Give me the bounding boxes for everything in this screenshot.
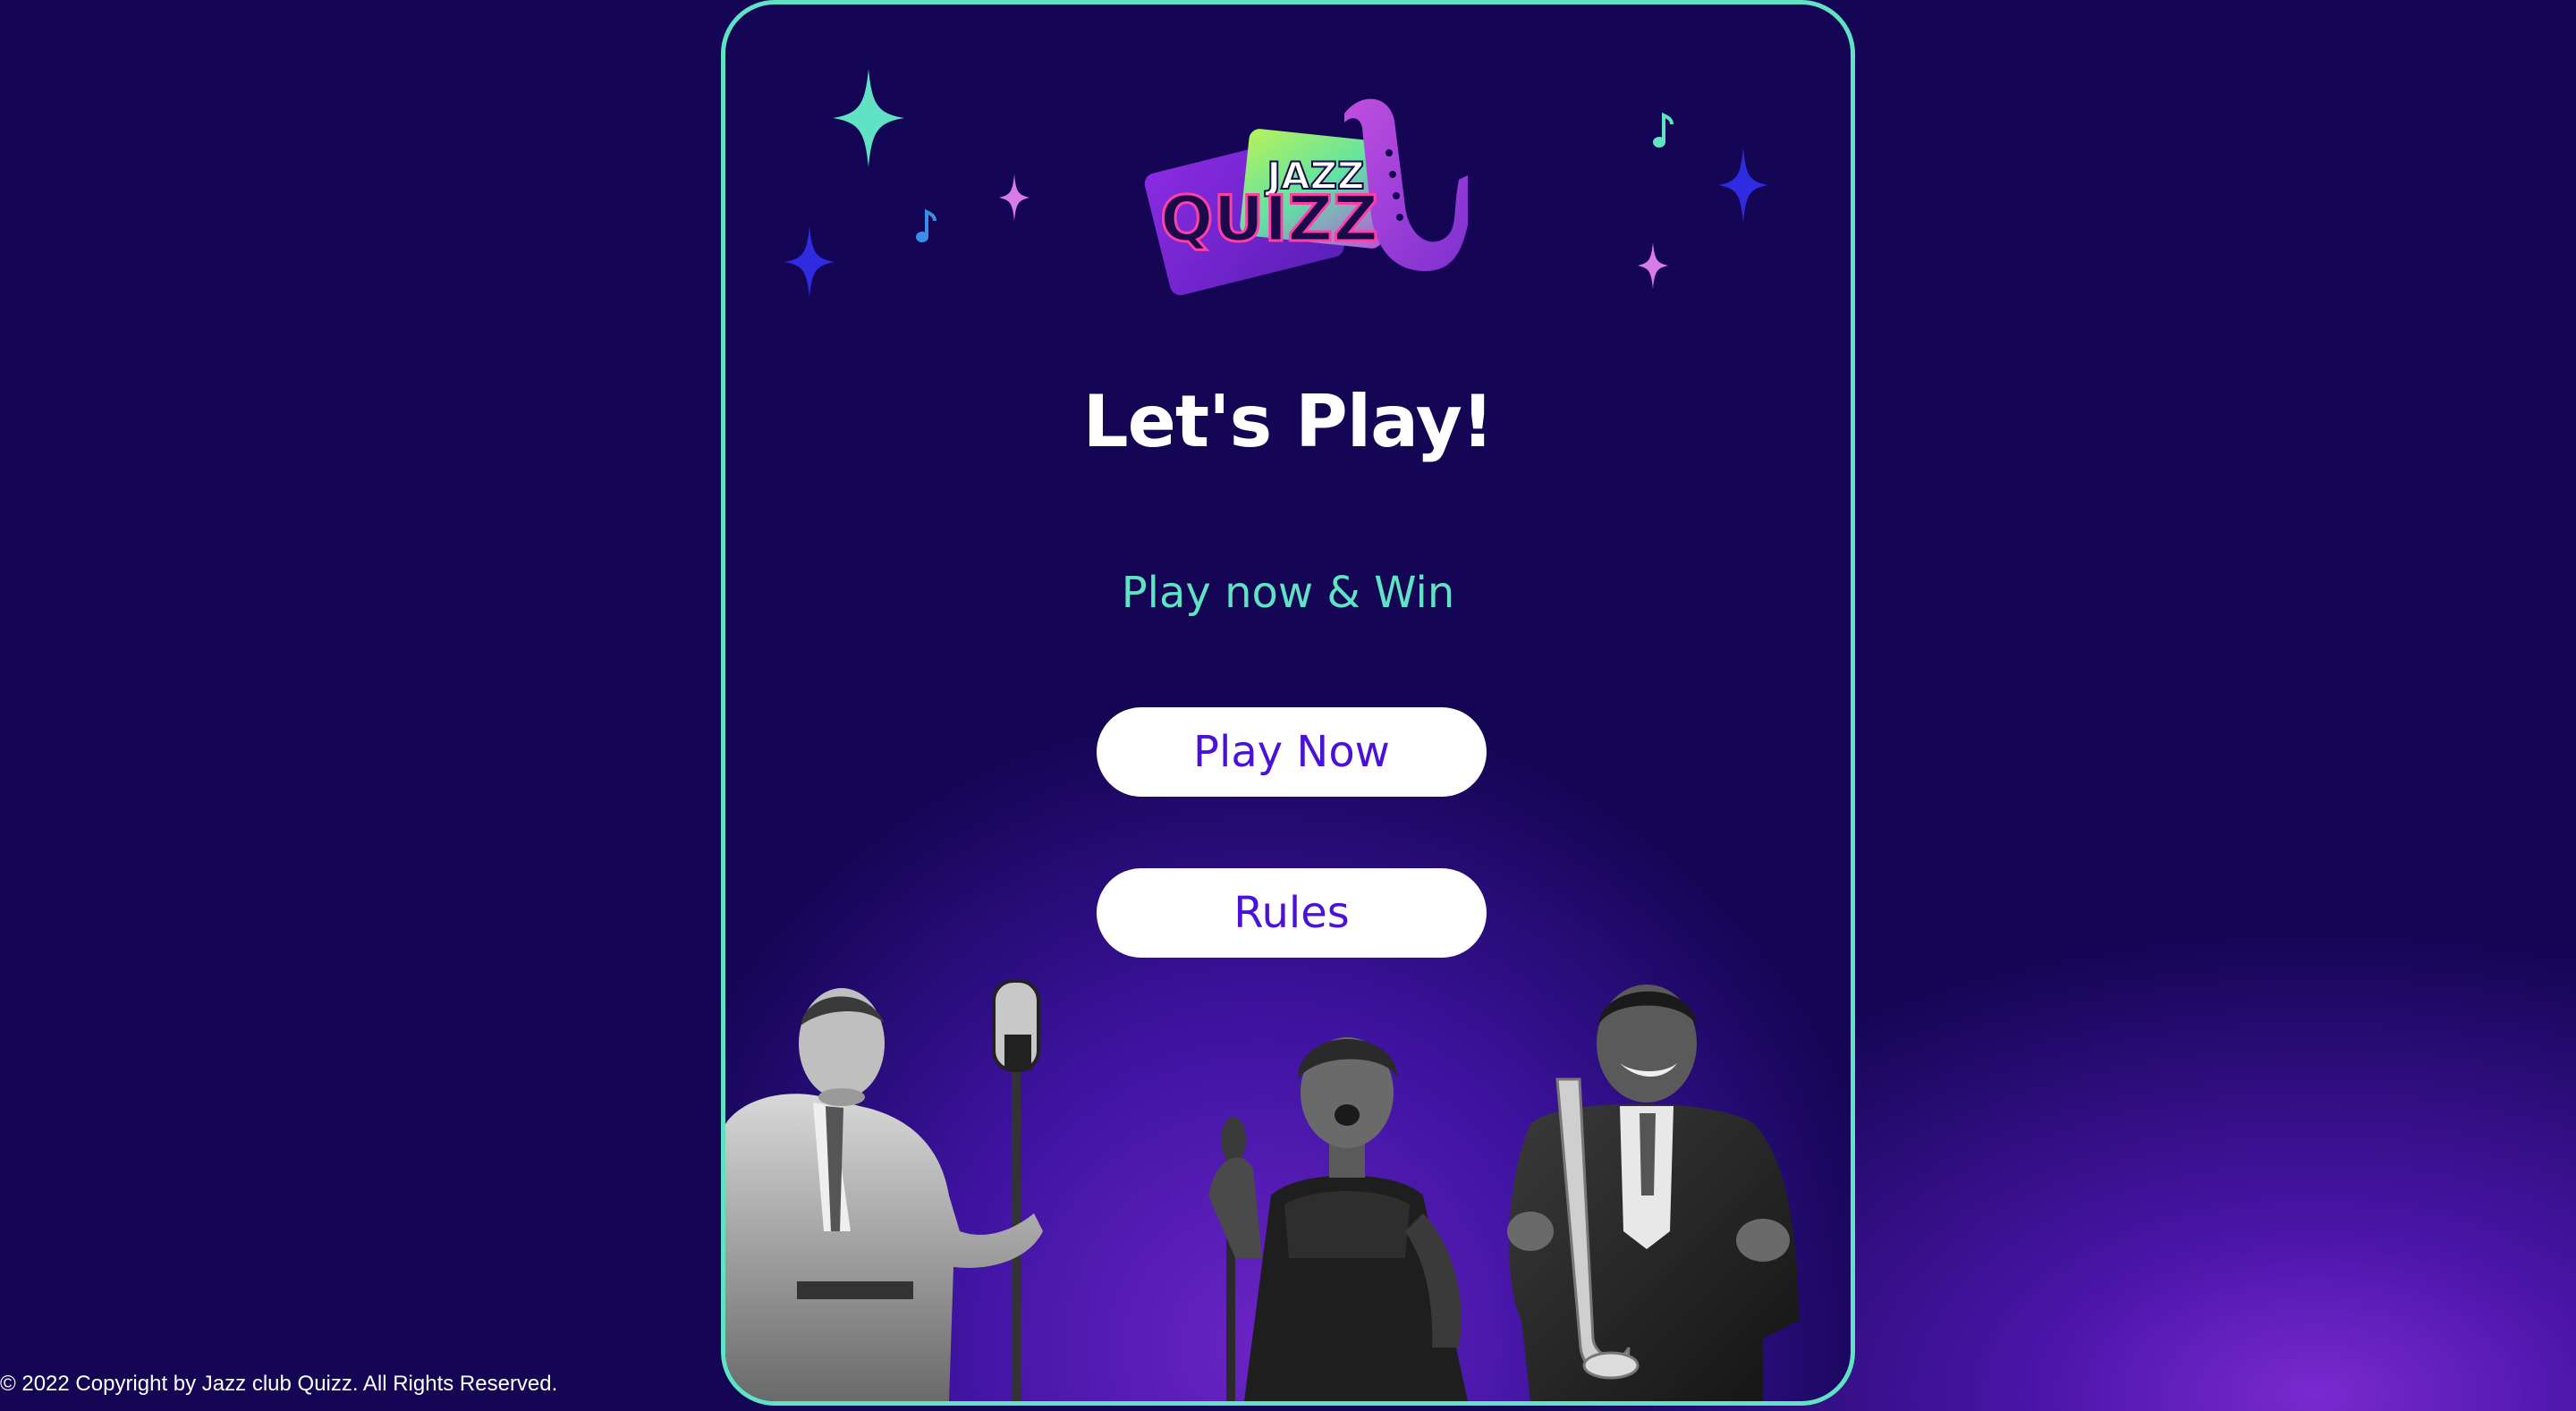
sparkle-icon — [999, 174, 1030, 221]
musician-photo-trumpeter — [1507, 984, 1799, 1401]
page-title: Let's Play! — [1082, 380, 1495, 463]
logo-line2: QUIZZ — [1160, 182, 1378, 256]
musician-photo-singer-female — [1208, 1037, 1468, 1401]
sparkle-icon — [833, 69, 904, 167]
sparkle-icon — [1718, 148, 1768, 223]
music-note-icon — [1653, 112, 1674, 148]
page-subtitle: Play now & Win — [1121, 568, 1455, 618]
copyright-footer: © 2022 Copyright by Jazz club Quizz. All… — [0, 1372, 558, 1396]
sparkle-icon — [784, 226, 835, 298]
sparkle-icon — [1638, 242, 1668, 289]
musician-photo-singer-male — [725, 979, 1043, 1401]
quiz-card: JAZZ QUIZZ Let's Play! Play now & Win Pl… — [721, 0, 1855, 1406]
jazz-quizz-logo: JAZZ QUIZZ — [1137, 81, 1477, 323]
logo-graphic: JAZZ QUIZZ — [1144, 98, 1477, 296]
play-now-button[interactable]: Play Now — [1097, 707, 1487, 797]
rules-button[interactable]: Rules — [1097, 868, 1487, 958]
music-note-icon — [916, 208, 936, 242]
